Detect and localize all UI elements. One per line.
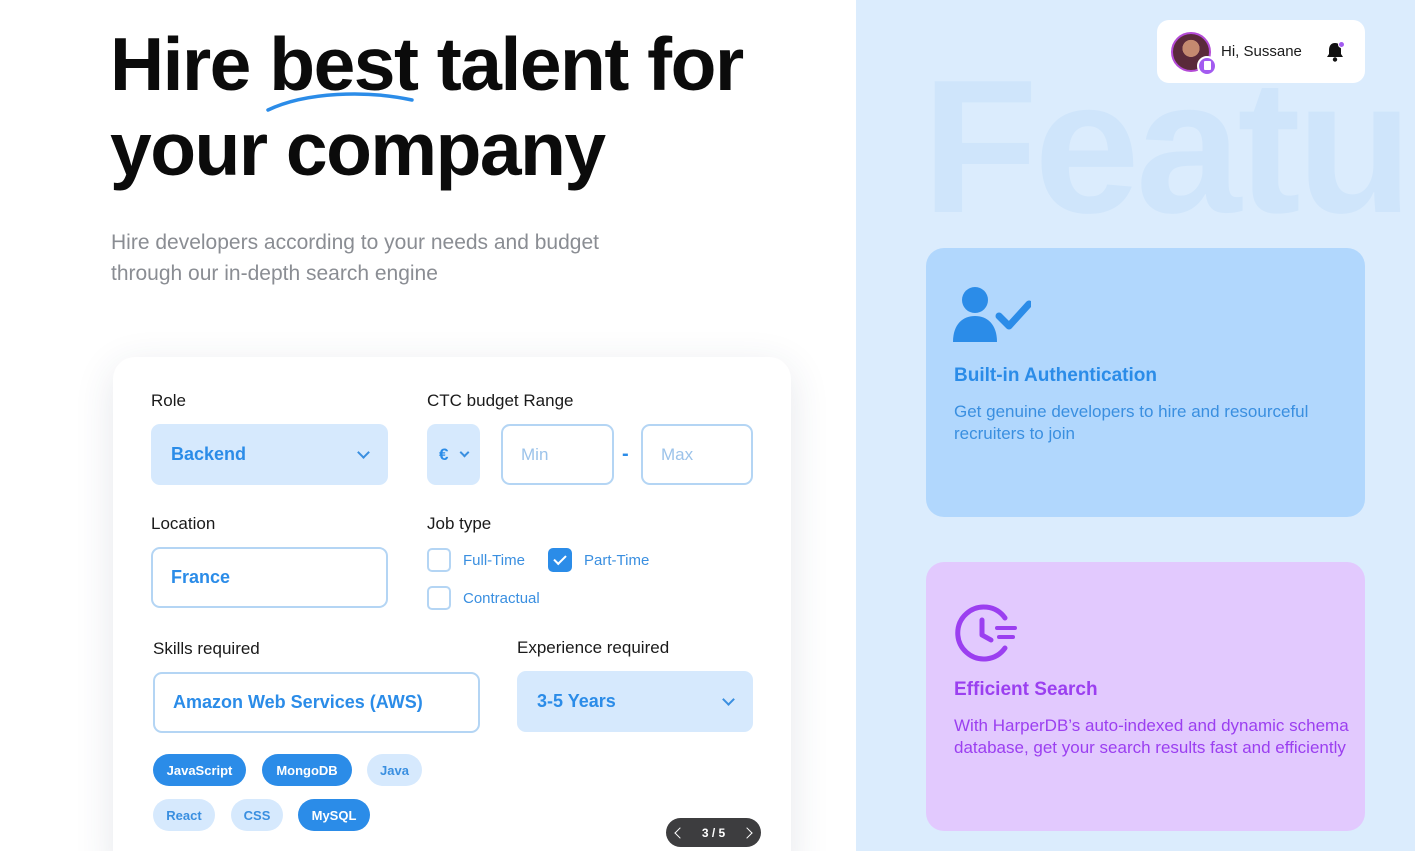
skills-input[interactable]: Amazon Web Services (AWS) [153, 672, 480, 733]
bell-icon[interactable] [1325, 41, 1345, 63]
checkbox-label: Part-Time [584, 551, 650, 569]
user-greeting: Hi, Sussane [1221, 43, 1302, 60]
document-badge-icon [1197, 55, 1217, 76]
feature-description: With HarperDB’s auto-indexed and dynamic… [954, 716, 1349, 757]
checkbox[interactable] [427, 586, 451, 610]
experience-label: Experience required [517, 638, 670, 657]
range-separator: - [622, 443, 629, 465]
skills-label: Skills required [153, 639, 260, 658]
feature-title: Efficient Search [954, 679, 1098, 700]
hero-subtitle: Hire developers according to your needs … [111, 231, 599, 285]
skill-chip[interactable]: React [153, 799, 215, 831]
left-panel: Hire best talent for your company Hire d… [0, 0, 856, 851]
chevron-left-icon[interactable] [674, 826, 686, 839]
experience-select[interactable]: 3-5 Years [517, 671, 753, 732]
experience-value: 3-5 Years [537, 691, 616, 711]
job-type-full-time[interactable]: Full-Time [427, 548, 525, 572]
skill-chip[interactable]: JavaScript [153, 754, 246, 786]
chevron-right-icon[interactable] [741, 826, 753, 839]
ctc-label: CTC budget Range [427, 391, 574, 410]
checkbox-label: Contractual [463, 589, 540, 607]
chevron-down-icon [722, 693, 735, 706]
job-type-part-time[interactable]: Part-Time [548, 548, 649, 572]
role-select[interactable]: Backend [151, 424, 388, 485]
hero-title-part: Hire [110, 22, 270, 106]
right-panel: Features Hi, Sussane Built-in Authentica… [856, 0, 1415, 851]
skill-chip[interactable]: CSS [231, 799, 283, 831]
pager-label: 3 / 5 [701, 825, 726, 840]
skill-chip[interactable]: MySQL [298, 799, 370, 831]
user-menu[interactable]: Hi, Sussane [1157, 20, 1365, 83]
checkbox-checked[interactable] [548, 548, 572, 572]
highlight-underline [266, 92, 414, 112]
location-input[interactable]: France [151, 547, 388, 608]
search-form-card: Role Backend CTC budget Range € Min - Ma… [113, 357, 791, 851]
skill-chip[interactable]: Java [367, 754, 422, 786]
job-type-contractual[interactable]: Contractual [427, 586, 540, 610]
chevron-down-icon [459, 447, 470, 458]
currency-select[interactable]: € [427, 424, 480, 485]
clock-search-icon [955, 604, 1017, 662]
max-budget-input[interactable]: Max [641, 424, 753, 485]
checkbox-label: Full-Time [463, 551, 525, 569]
currency-value: € [439, 444, 449, 464]
min-budget-input[interactable]: Min [501, 424, 614, 485]
chevron-down-icon [357, 446, 370, 459]
job-type-label: Job type [427, 514, 492, 533]
hero-title: Hire best talent for your company [110, 22, 810, 192]
location-label: Location [151, 514, 216, 533]
skill-chip[interactable]: MongoDB [262, 754, 352, 786]
avatar[interactable] [1171, 31, 1217, 76]
role-label: Role [151, 391, 186, 410]
checkbox[interactable] [427, 548, 451, 572]
feature-card-search: Efficient Search With HarperDB’s auto-in… [926, 562, 1365, 831]
pager: 3 / 5 [666, 818, 761, 847]
role-value: Backend [171, 444, 247, 464]
feature-title: Built-in Authentication [954, 365, 1157, 386]
user-check-icon [953, 287, 1031, 342]
feature-card-authentication: Built-in Authentication Get genuine deve… [926, 248, 1365, 517]
feature-description: Get genuine developers to hire and resou… [954, 402, 1309, 443]
